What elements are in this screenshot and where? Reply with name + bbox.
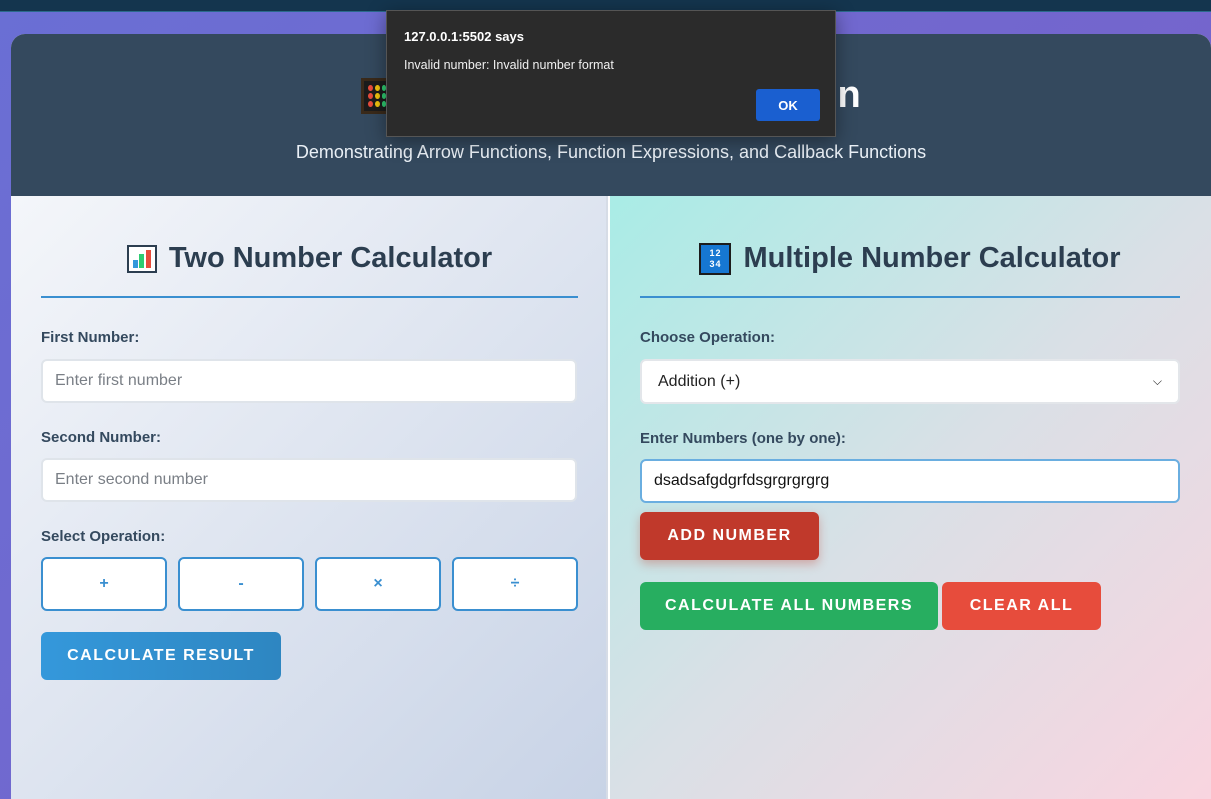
multi-number-title: 12 34 Multiple Number Calculator xyxy=(640,242,1180,275)
two-number-panel: Two Number Calculator First Number: Seco… xyxy=(11,196,608,799)
chevron-down-icon: ⌵ xyxy=(1152,374,1162,388)
choose-operation-label: Choose Operation: xyxy=(640,329,776,346)
two-number-title-text: Two Number Calculator xyxy=(168,242,493,274)
calculate-result-button[interactable]: Calculate Result xyxy=(41,632,281,680)
calculator-app: tion Demonstrating Arrow Functions, Func… xyxy=(11,34,1211,799)
multi-number-divider xyxy=(640,296,1180,298)
two-number-title: Two Number Calculator xyxy=(41,242,578,275)
alert-dialog: 127.0.0.1:5502 says Invalid number: Inva… xyxy=(386,10,836,137)
first-number-label: First Number: xyxy=(41,329,140,346)
calculate-all-button[interactable]: Calculate All Numbers xyxy=(640,582,938,630)
add-number-button[interactable]: Add Number xyxy=(640,512,819,560)
select-operation-label: Select Operation: xyxy=(41,528,166,545)
clear-all-button[interactable]: Clear All xyxy=(942,582,1101,630)
subtract-operation-button[interactable]: - xyxy=(178,557,304,611)
add-operation-button[interactable]: + xyxy=(41,557,167,611)
second-number-label: Second Number: xyxy=(41,429,162,446)
operation-select[interactable]: Addition (+) ⌵ xyxy=(640,359,1180,404)
operation-buttons: + - × ÷ xyxy=(41,557,578,611)
alert-dialog-title: 127.0.0.1:5502 says xyxy=(404,29,524,44)
alert-ok-button[interactable]: OK xyxy=(756,89,820,121)
bar-chart-icon xyxy=(126,244,157,273)
multi-number-title-text: Multiple Number Calculator xyxy=(743,242,1121,274)
page-subtitle: Demonstrating Arrow Functions, Function … xyxy=(295,142,927,162)
second-number-input[interactable] xyxy=(41,458,577,502)
first-number-input[interactable] xyxy=(41,359,577,403)
multi-number-panel: 12 34 Multiple Number Calculator Choose O… xyxy=(610,196,1211,799)
alert-dialog-message: Invalid number: Invalid number format xyxy=(404,58,614,72)
enter-numbers-label: Enter Numbers (one by one): xyxy=(640,430,846,447)
two-number-divider xyxy=(41,296,578,298)
number-entry-input[interactable] xyxy=(640,459,1180,503)
operation-select-value: Addition (+) xyxy=(658,372,741,390)
numpad-icon: 12 34 xyxy=(699,242,732,275)
divide-operation-button[interactable]: ÷ xyxy=(452,557,578,611)
multiply-operation-button[interactable]: × xyxy=(315,557,441,611)
